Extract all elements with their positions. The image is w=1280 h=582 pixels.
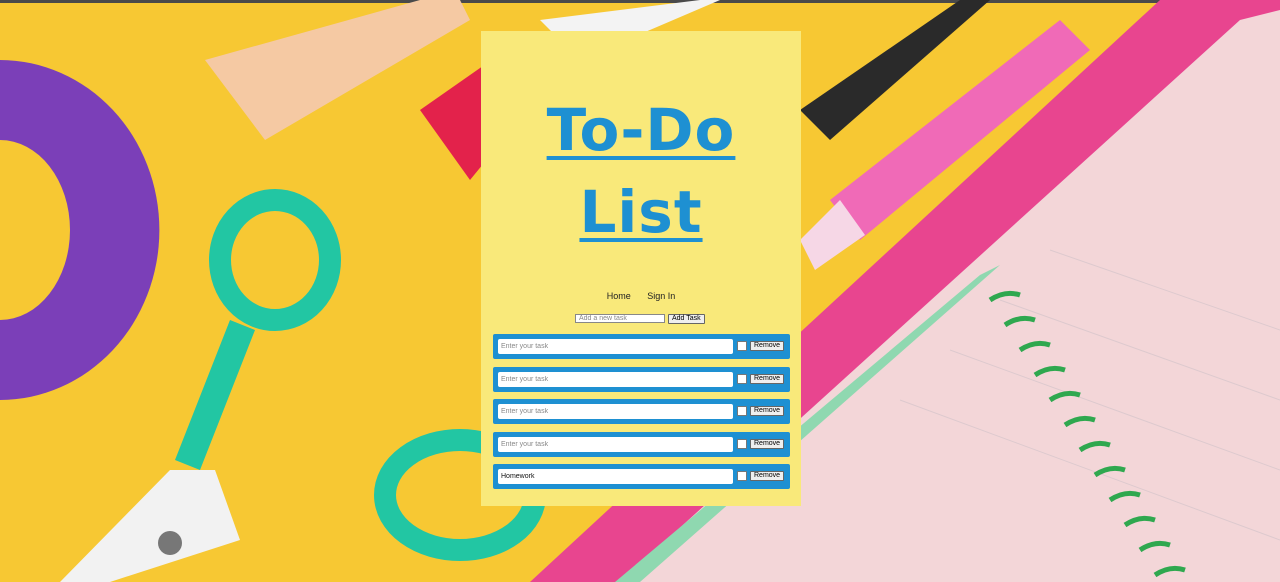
task-complete-checkbox[interactable] bbox=[737, 406, 747, 416]
task-item: Remove bbox=[493, 366, 790, 392]
task-complete-checkbox[interactable] bbox=[737, 471, 747, 481]
task-item: Remove bbox=[493, 431, 790, 457]
task-item: Remove bbox=[493, 399, 790, 424]
scissors-blade-decor bbox=[60, 470, 240, 582]
task-complete-checkbox[interactable] bbox=[737, 438, 747, 449]
nav-home-link[interactable]: Home bbox=[607, 291, 631, 301]
task-input[interactable] bbox=[498, 339, 733, 354]
task-input[interactable] bbox=[498, 404, 733, 419]
task-complete-checkbox[interactable] bbox=[737, 341, 747, 351]
task-input[interactable] bbox=[498, 469, 733, 484]
task-item: Remove bbox=[493, 464, 790, 489]
new-task-input[interactable] bbox=[575, 314, 665, 323]
task-input[interactable] bbox=[498, 436, 733, 452]
nav-bar: Home Sign In bbox=[481, 291, 801, 301]
title-line-1: To-Do bbox=[546, 96, 736, 164]
todo-card: To-Do List Home Sign In Add Task Remove … bbox=[481, 31, 801, 506]
task-list: Remove Remove Remove Remove Remove bbox=[493, 334, 790, 497]
nav-sign-in-link[interactable]: Sign In bbox=[647, 291, 675, 301]
remove-task-button[interactable]: Remove bbox=[750, 471, 785, 481]
remove-task-button[interactable]: Remove bbox=[750, 341, 785, 351]
add-task-button[interactable]: Add Task bbox=[668, 313, 705, 324]
page-title: To-Do List bbox=[481, 89, 801, 253]
task-input[interactable] bbox=[498, 371, 733, 387]
remove-task-button[interactable]: Remove bbox=[750, 373, 785, 384]
remove-task-button[interactable]: Remove bbox=[750, 406, 785, 416]
scissors-handle-decor bbox=[209, 189, 341, 331]
task-item: Remove bbox=[493, 334, 790, 359]
add-task-row: Add Task bbox=[575, 313, 715, 324]
title-line-2: List bbox=[579, 178, 703, 246]
task-complete-checkbox[interactable] bbox=[737, 373, 747, 384]
remove-task-button[interactable]: Remove bbox=[750, 438, 785, 449]
